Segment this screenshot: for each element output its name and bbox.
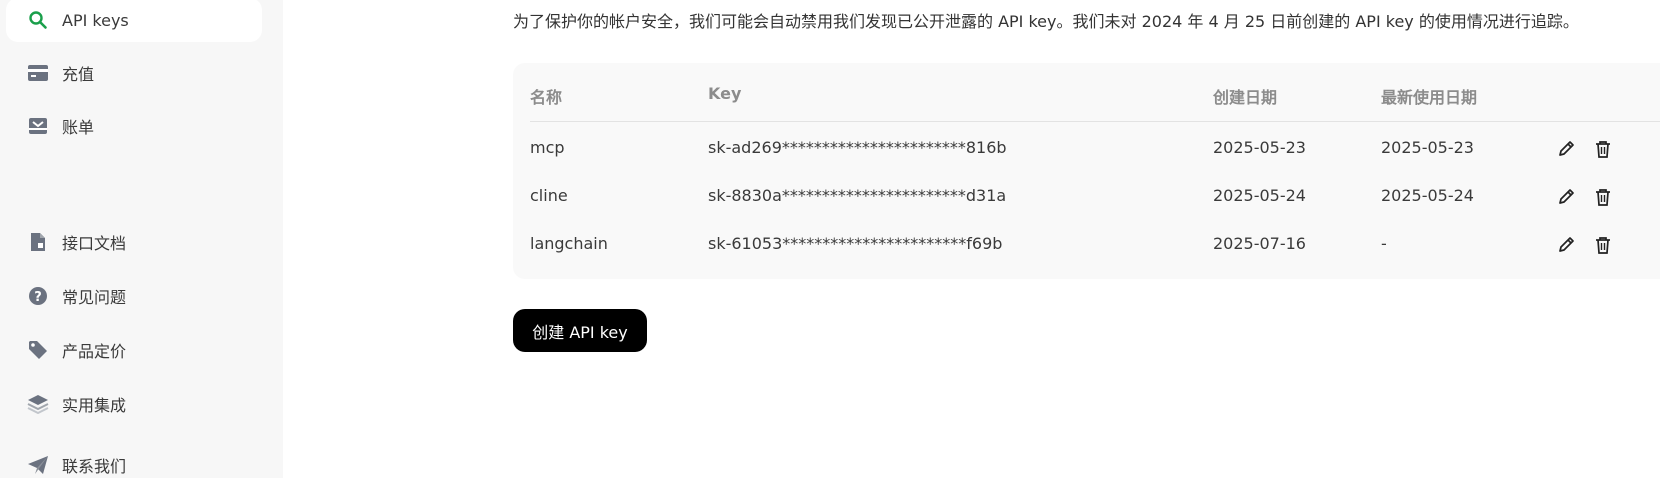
sidebar-item-faq[interactable]: ? 常见问题 — [6, 274, 262, 318]
sidebar-item-api-keys[interactable]: API keys — [6, 0, 262, 42]
api-keys-table: 名称 Key 创建日期 最新使用日期 mcp sk-ad269*********… — [513, 63, 1660, 279]
sidebar-item-integrations[interactable]: 实用集成 — [6, 382, 262, 426]
sidebar-item-label: API keys — [62, 10, 129, 30]
edit-icon[interactable] — [1554, 185, 1578, 209]
table-row: cline sk-8830a***********************d31… — [513, 173, 1660, 221]
tag-icon — [26, 338, 50, 362]
sidebar-item-label: 接口文档 — [62, 234, 127, 253]
sidebar-item-pricing[interactable]: 产品定价 — [6, 328, 262, 372]
key-value: sk-ad269***********************816b — [708, 138, 1007, 157]
main-content: 为了保护你的帐户安全，我们可能会自动禁用我们发现已公开泄露的 API key。我… — [283, 0, 1660, 478]
create-api-key-button[interactable]: 创建 API key — [513, 309, 647, 352]
key-value: sk-61053***********************f69b — [708, 234, 1003, 253]
sidebar-item-label: 实用集成 — [62, 396, 127, 415]
edit-icon[interactable] — [1554, 233, 1578, 257]
sidebar-item-contact[interactable]: 联系我们 — [6, 443, 262, 487]
last-used-date: 2025-05-23 — [1381, 138, 1474, 157]
sidebar-item-label: 账单 — [62, 118, 95, 137]
key-name: cline — [530, 186, 568, 205]
key-name: langchain — [530, 234, 608, 253]
sidebar-item-label: 产品定价 — [62, 342, 127, 361]
table-header: 名称 Key 创建日期 最新使用日期 — [513, 63, 1660, 121]
sidebar: API keys 充值 账单 接口文档 ? 常见问题 产品定价 实用集成 联系我… — [0, 0, 283, 478]
search-icon — [26, 8, 50, 32]
column-header-key: Key — [708, 84, 742, 103]
column-header-last-used: 最新使用日期 — [1381, 88, 1478, 107]
last-used-date: 2025-05-24 — [1381, 186, 1474, 205]
document-icon — [26, 230, 50, 254]
sidebar-item-label: 充值 — [62, 65, 95, 84]
delete-icon[interactable] — [1591, 185, 1615, 209]
sidebar-item-label: 联系我们 — [62, 457, 127, 476]
table-row: mcp sk-ad269***********************816b … — [513, 125, 1660, 173]
last-used-date: - — [1381, 234, 1387, 253]
inbox-icon — [26, 114, 50, 138]
edit-icon[interactable] — [1554, 137, 1578, 161]
delete-icon[interactable] — [1591, 233, 1615, 257]
svg-text:?: ? — [34, 290, 42, 305]
table-row: langchain sk-61053**********************… — [513, 221, 1660, 269]
sidebar-item-label: 常见问题 — [62, 288, 127, 307]
wallet-icon — [26, 61, 50, 85]
security-notice: 为了保护你的帐户安全，我们可能会自动禁用我们发现已公开泄露的 API key。我… — [513, 12, 1579, 31]
created-date: 2025-05-23 — [1213, 138, 1306, 157]
send-icon — [26, 453, 50, 477]
created-date: 2025-05-24 — [1213, 186, 1306, 205]
sidebar-item-api-docs[interactable]: 接口文档 — [6, 220, 262, 264]
created-date: 2025-07-16 — [1213, 234, 1306, 253]
question-icon: ? — [26, 284, 50, 308]
key-value: sk-8830a***********************d31a — [708, 186, 1007, 205]
column-header-name: 名称 — [530, 88, 563, 107]
sidebar-item-billing[interactable]: 账单 — [6, 104, 262, 148]
delete-icon[interactable] — [1591, 137, 1615, 161]
sidebar-item-recharge[interactable]: 充值 — [6, 51, 262, 95]
header-divider — [530, 121, 1660, 122]
layers-icon — [26, 392, 50, 416]
column-header-created: 创建日期 — [1213, 88, 1278, 107]
key-name: mcp — [530, 138, 565, 157]
